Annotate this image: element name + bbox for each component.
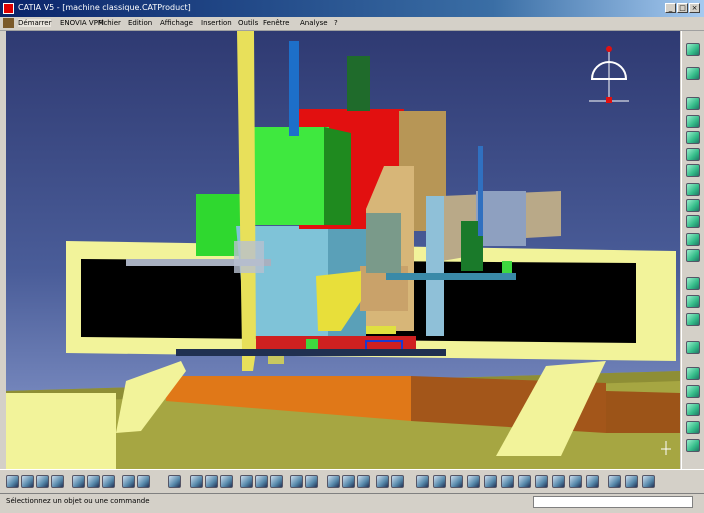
hide-show-icon[interactable] xyxy=(569,475,582,488)
right-toolbar xyxy=(681,31,704,469)
green-block xyxy=(251,127,329,225)
tool-icon-9[interactable] xyxy=(686,199,700,212)
menu-view[interactable]: Affichage xyxy=(160,19,193,27)
close-icon[interactable]: × xyxy=(689,3,700,13)
paste-icon[interactable] xyxy=(102,475,115,488)
tool-icon-16[interactable] xyxy=(686,341,700,354)
tool-b-icon-3[interactable] xyxy=(220,475,233,488)
cut-icon[interactable] xyxy=(72,475,85,488)
menu-tools[interactable]: Outils xyxy=(238,19,258,27)
tool-b-icon-10[interactable] xyxy=(342,475,355,488)
tool-icon-8[interactable] xyxy=(686,183,700,196)
menu-start[interactable]: Démarrer xyxy=(18,19,52,27)
new-icon[interactable] xyxy=(6,475,19,488)
command-input[interactable] xyxy=(533,496,693,508)
window-title: CATIA V5 - [machine classique.CATProduct… xyxy=(18,3,191,12)
pan-icon[interactable] xyxy=(433,475,446,488)
tool-b-icon-9[interactable] xyxy=(327,475,340,488)
zoom-in-icon[interactable] xyxy=(467,475,480,488)
zoom-out-icon[interactable] xyxy=(484,475,497,488)
menu-analysis[interactable]: Analyse xyxy=(300,19,328,27)
menu-window[interactable]: Fenêtre xyxy=(263,19,289,27)
tool-b-icon-6[interactable] xyxy=(270,475,283,488)
window-titlebar: CATIA V5 - [machine classique.CATProduct… xyxy=(0,0,704,17)
bottom-toolbar xyxy=(0,469,704,494)
menu-edit[interactable]: Edition xyxy=(128,19,152,27)
tool-icon-18[interactable] xyxy=(686,385,700,398)
menu-bar: Démarrer ENOVIA VPM Fichier Edition Affi… xyxy=(0,17,704,31)
tool-b-icon-14[interactable] xyxy=(608,475,621,488)
tool-icon-3[interactable] xyxy=(686,97,700,110)
tool-b-icon-15[interactable] xyxy=(625,475,638,488)
compass-icon[interactable] xyxy=(584,41,634,111)
undo-icon[interactable] xyxy=(122,475,135,488)
tool-icon-14[interactable] xyxy=(686,295,700,308)
document-menu-icon[interactable] xyxy=(3,18,14,28)
tool-icon-15[interactable] xyxy=(686,313,700,326)
tool-b-icon-1[interactable] xyxy=(190,475,203,488)
print-icon[interactable] xyxy=(51,475,64,488)
tool-icon-10[interactable] xyxy=(686,215,700,228)
rotate-icon[interactable] xyxy=(450,475,463,488)
redo-icon[interactable] xyxy=(137,475,150,488)
tool-b-icon-7[interactable] xyxy=(290,475,303,488)
tool-icon-2[interactable] xyxy=(686,67,700,80)
shading-icon[interactable] xyxy=(552,475,565,488)
tool-b-icon-2[interactable] xyxy=(205,475,218,488)
tool-b-icon-5[interactable] xyxy=(255,475,268,488)
3d-viewport[interactable] xyxy=(6,31,680,469)
tool-icon-7[interactable] xyxy=(686,164,700,177)
save-icon[interactable] xyxy=(36,475,49,488)
minimize-icon[interactable]: _ xyxy=(665,3,676,13)
copy-icon[interactable] xyxy=(87,475,100,488)
open-icon[interactable] xyxy=(21,475,34,488)
fit-all-icon[interactable] xyxy=(416,475,429,488)
menu-file[interactable]: Fichier xyxy=(98,19,121,27)
tool-icon-11[interactable] xyxy=(686,233,700,246)
tool-b-icon-11[interactable] xyxy=(357,475,370,488)
iso-view-icon[interactable] xyxy=(535,475,548,488)
tool-icon-4[interactable] xyxy=(686,115,700,128)
status-message: Sélectionnez un objet ou une commande xyxy=(6,497,150,505)
tool-icon-1[interactable] xyxy=(686,43,700,56)
catia-app-icon[interactable] xyxy=(3,3,14,14)
tool-icon-21[interactable] xyxy=(686,439,700,452)
status-bar: Sélectionnez un objet ou une commande xyxy=(0,493,704,513)
multi-view-icon[interactable] xyxy=(518,475,531,488)
help-icon[interactable] xyxy=(168,475,181,488)
tool-b-icon-13[interactable] xyxy=(391,475,404,488)
swap-space-icon[interactable] xyxy=(586,475,599,488)
tool-icon-13[interactable] xyxy=(686,277,700,290)
tool-b-icon-4[interactable] xyxy=(240,475,253,488)
tool-b-icon-12[interactable] xyxy=(376,475,389,488)
tool-icon-20[interactable] xyxy=(686,421,700,434)
tool-icon-5[interactable] xyxy=(686,131,700,144)
tool-icon-6[interactable] xyxy=(686,148,700,161)
tool-b-icon-16[interactable] xyxy=(642,475,655,488)
tool-icon-17[interactable] xyxy=(686,367,700,380)
menu-insert[interactable]: Insertion xyxy=(201,19,232,27)
tool-icon-19[interactable] xyxy=(686,403,700,416)
menu-help[interactable]: ? xyxy=(334,19,338,27)
machine-model xyxy=(6,31,680,469)
normal-view-icon[interactable] xyxy=(501,475,514,488)
tool-icon-12[interactable] xyxy=(686,249,700,262)
maximize-icon[interactable]: □ xyxy=(677,3,688,13)
tool-b-icon-8[interactable] xyxy=(305,475,318,488)
